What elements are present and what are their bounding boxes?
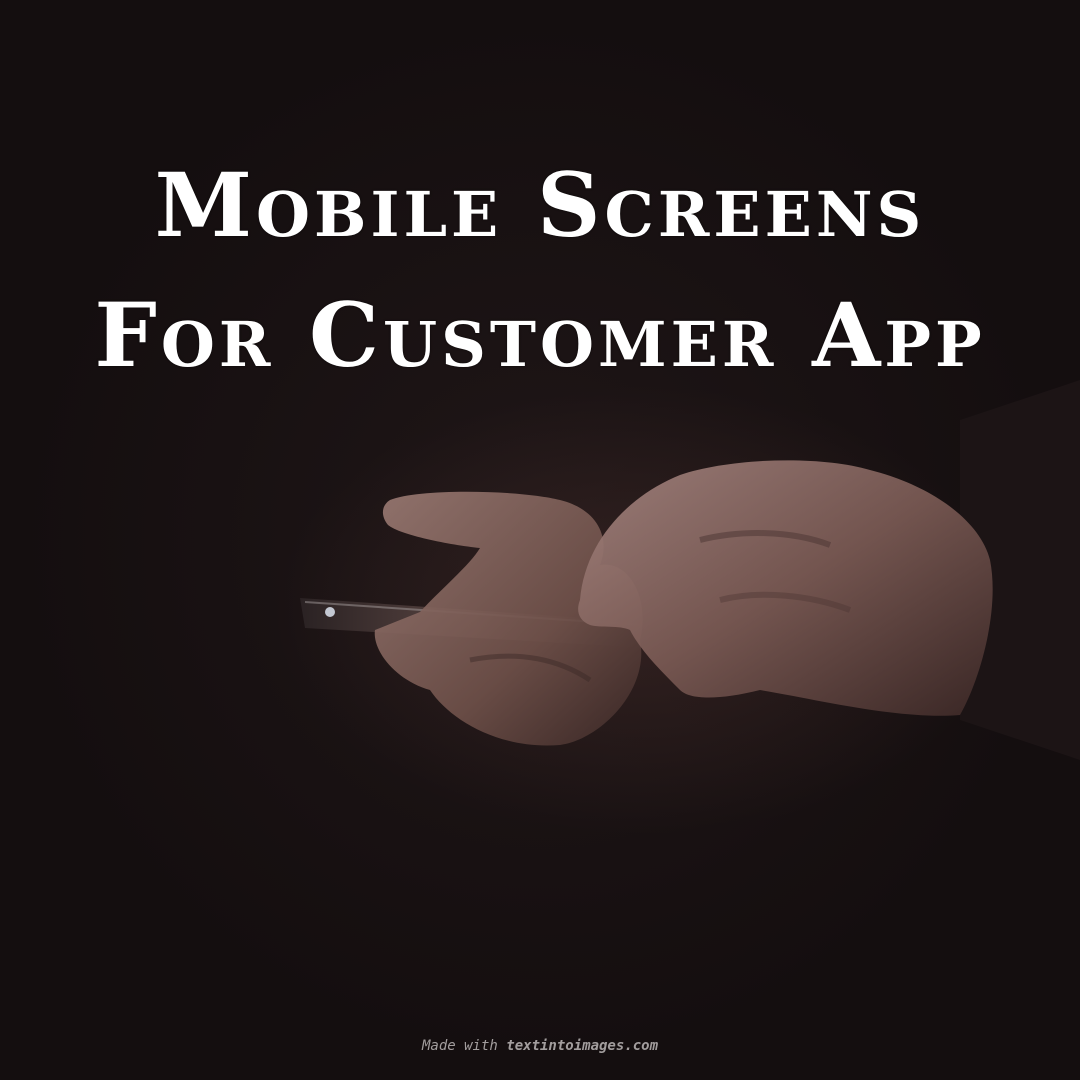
phone-light bbox=[325, 607, 335, 617]
title-block: Mobile Screens For Customer App bbox=[0, 140, 1080, 400]
title-line-2: For Customer App bbox=[94, 283, 986, 387]
watermark-prefix: Made with bbox=[421, 1038, 498, 1054]
title-line-1: Mobile Screens bbox=[154, 153, 926, 257]
watermark-site: textintoimages.com bbox=[506, 1038, 658, 1054]
poster-canvas: Mobile Screens For Customer App Made wit… bbox=[0, 0, 1080, 1080]
right-hand-shape bbox=[578, 460, 993, 716]
watermark: Made with textintoimages.com bbox=[0, 1038, 1080, 1054]
